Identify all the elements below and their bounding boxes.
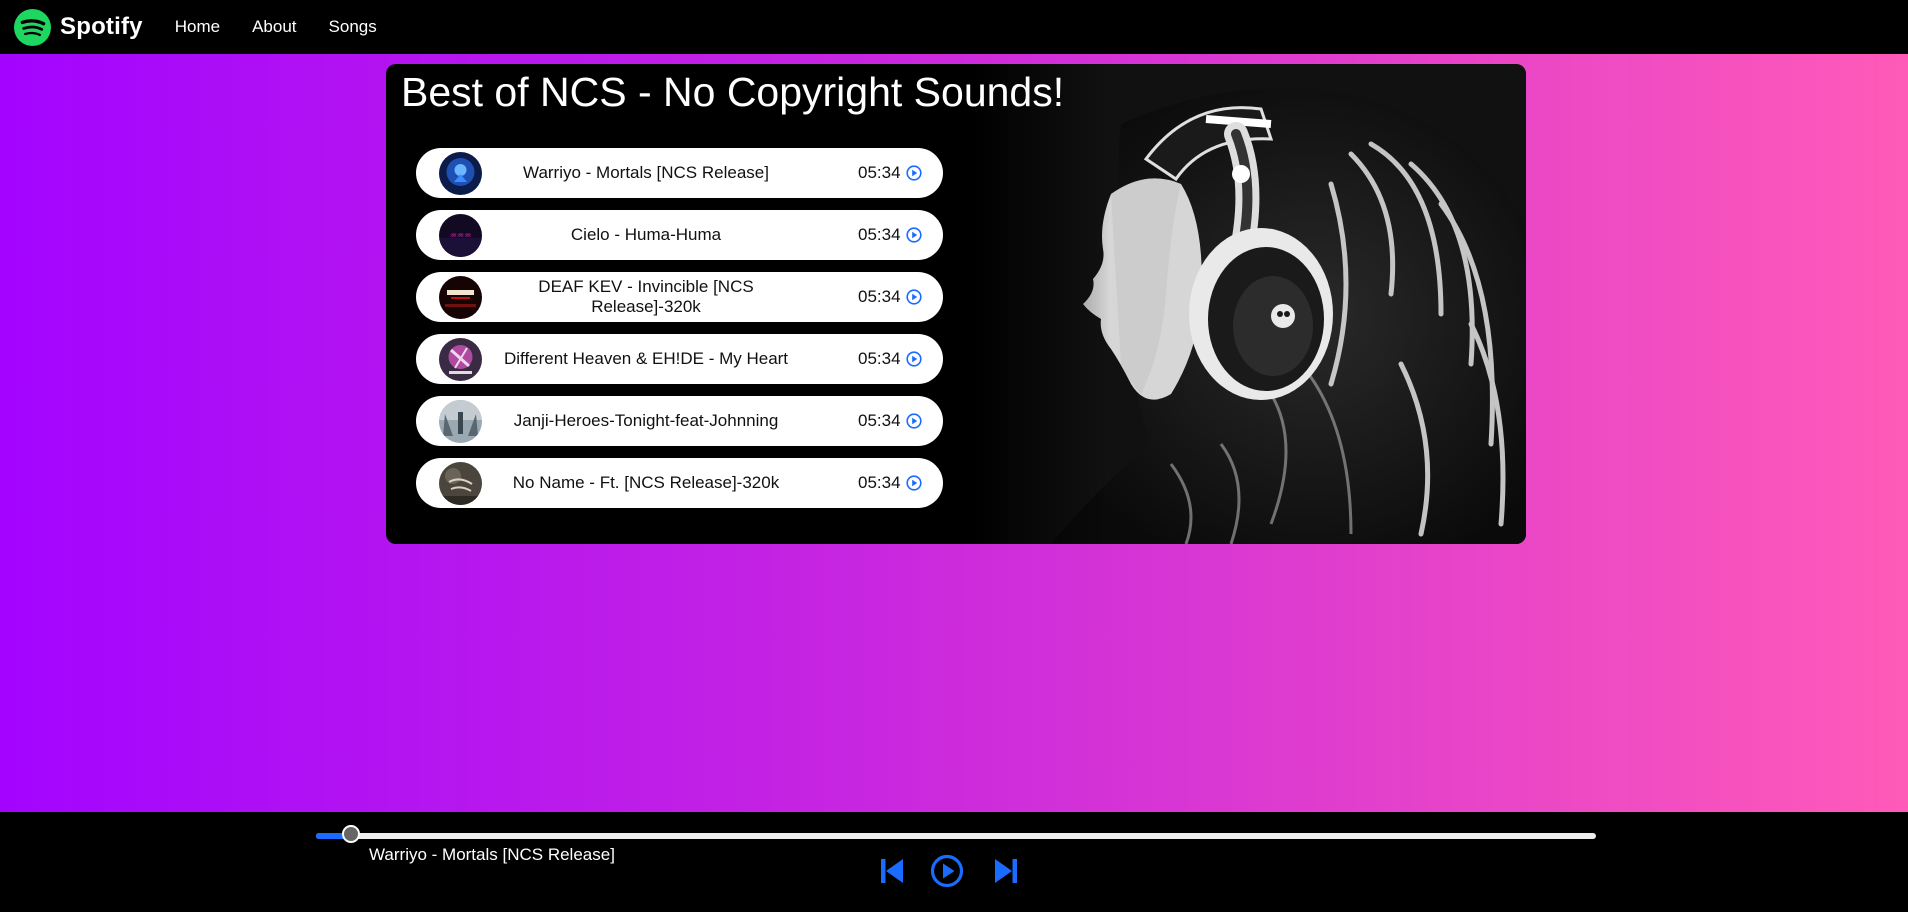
song-name: Warriyo - Mortals [NCS Release] <box>523 163 769 182</box>
progress-thumb[interactable] <box>341 825 360 843</box>
song-duration: 05:34 <box>858 287 901 306</box>
nav-links: Home About Songs <box>164 17 398 37</box>
song-cover <box>439 276 482 319</box>
nav-link-home[interactable]: Home <box>175 17 220 37</box>
player-bar: Warriyo - Mortals [NCS Release] <box>0 812 1908 912</box>
skip-previous-icon[interactable] <box>880 857 904 885</box>
song-cover: ♒♒♒ <box>439 214 482 257</box>
play-circle-icon[interactable] <box>906 165 922 181</box>
song-name: No Name - Ft. [NCS Release]-320k <box>512 473 780 492</box>
song-name: Janji-Heroes-Tonight-feat-Johnning <box>513 411 779 430</box>
svg-text:♒♒♒: ♒♒♒ <box>450 231 472 240</box>
player-controls <box>880 854 1018 888</box>
skip-next-icon[interactable] <box>994 857 1018 885</box>
song-cover <box>439 400 482 443</box>
song-item[interactable]: No Name - Ft. [NCS Release]-320k 05:34 <box>416 458 943 508</box>
song-cover <box>439 462 482 505</box>
song-duration: 05:34 <box>858 349 901 368</box>
now-playing-title: Warriyo - Mortals [NCS Release] <box>369 845 615 864</box>
playlist-card: Best of NCS - No Copyright Sounds! Warri… <box>386 64 1526 544</box>
song-cover <box>439 152 482 195</box>
play-circle-icon[interactable] <box>906 475 922 491</box>
nav-link-about[interactable]: About <box>252 17 296 37</box>
song-duration: 05:34 <box>858 411 901 430</box>
song-item[interactable]: Janji-Heroes-Tonight-feat-Johnning 05:34 <box>416 396 943 446</box>
song-name: Different Heaven & EH!DE - My Heart <box>503 349 789 368</box>
nav-link-songs[interactable]: Songs <box>329 17 377 37</box>
song-item[interactable]: Different Heaven & EH!DE - My Heart 05:3… <box>416 334 943 384</box>
song-list: Warriyo - Mortals [NCS Release] 05:34 ♒♒… <box>416 148 943 520</box>
song-duration: 05:34 <box>858 473 901 492</box>
spotify-logo-icon <box>14 8 51 46</box>
play-circle-icon[interactable] <box>930 854 964 888</box>
play-circle-icon[interactable] <box>906 413 922 429</box>
song-item[interactable]: ♒♒♒ Cielo - Huma-Huma 05:34 <box>416 210 943 260</box>
navbar: Spotify Home About Songs <box>0 0 1908 54</box>
brand-name: Spotify <box>60 13 143 40</box>
song-item[interactable]: DEAF KEV - Invincible [NCS Release]-320k… <box>416 272 943 322</box>
brand[interactable]: Spotify <box>14 8 143 46</box>
playlist-title: Best of NCS - No Copyright Sounds! <box>401 69 1065 115</box>
song-name: Cielo - Huma-Huma <box>570 225 722 244</box>
song-duration: 05:34 <box>858 163 901 182</box>
hero-image <box>971 64 1526 544</box>
song-duration: 05:34 <box>858 225 901 244</box>
song-item[interactable]: Warriyo - Mortals [NCS Release] 05:34 <box>416 148 943 198</box>
play-circle-icon[interactable] <box>906 351 922 367</box>
song-cover <box>439 338 482 381</box>
play-circle-icon[interactable] <box>906 289 922 305</box>
play-circle-icon[interactable] <box>906 227 922 243</box>
progress-bar[interactable] <box>316 825 1596 843</box>
song-name: DEAF KEV - Invincible [NCS Release]-320k <box>538 277 754 316</box>
